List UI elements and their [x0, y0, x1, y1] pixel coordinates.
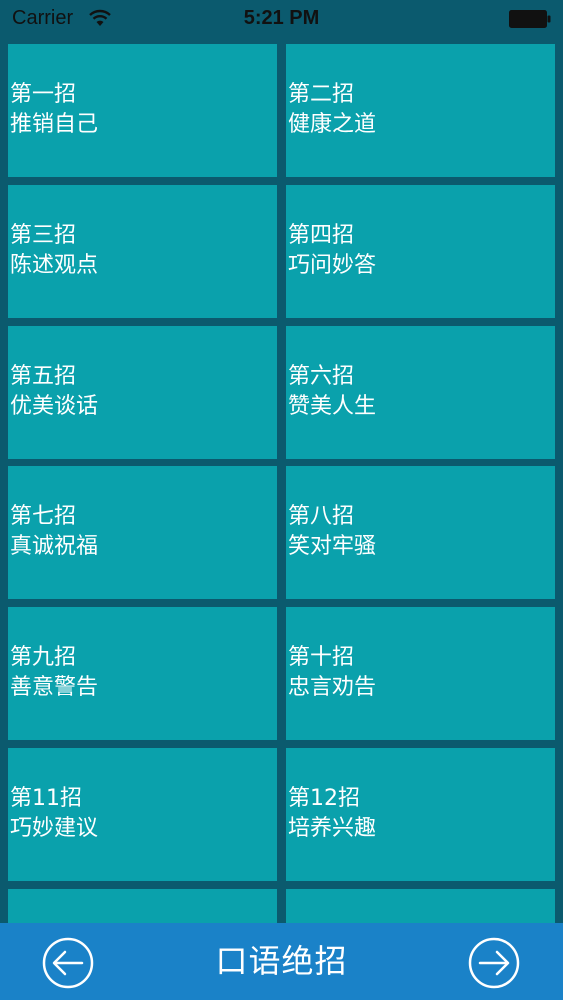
- tile-8[interactable]: 第八招 笑对牢骚: [286, 466, 555, 599]
- tile-number: 第11招: [10, 786, 82, 811]
- status-bar: Carrier 5:21 PM: [0, 0, 563, 38]
- battery-icon: [509, 10, 551, 28]
- tile-number: 第五招: [10, 364, 77, 389]
- tile-10[interactable]: 第十招 忠言劝告: [286, 607, 555, 740]
- tile-number: 第十招: [288, 645, 355, 670]
- tile-2[interactable]: 第二招 健康之道: [286, 44, 555, 177]
- tile-11[interactable]: 第11招 巧妙建议: [8, 748, 277, 881]
- bottom-toolbar: 口语绝招: [0, 923, 563, 1000]
- tile-4[interactable]: 第四招 巧问妙答: [286, 185, 555, 318]
- tile-6[interactable]: 第六招 赞美人生: [286, 326, 555, 459]
- tile-13[interactable]: [8, 889, 277, 924]
- tips-grid: 第一招 推销自己 第二招 健康之道 第三招 陈述观点 第四招 巧问妙答 第五招 …: [8, 44, 555, 924]
- app-screen: Carrier 5:21 PM 第一招 推销自己 第二招 健康之道 第三招 陈述…: [0, 0, 563, 1000]
- tile-number: 第二招: [288, 82, 355, 107]
- tile-number: 第四招: [288, 223, 355, 248]
- tile-title: 忠言劝告: [288, 675, 377, 700]
- tile-title: 健康之道: [288, 112, 377, 137]
- tile-title: 善意警告: [10, 675, 99, 700]
- tile-12[interactable]: 第12招 培养兴趣: [286, 748, 555, 881]
- status-time: 5:21 PM: [243, 7, 320, 29]
- tile-number: 第六招: [288, 364, 355, 389]
- tile-number: 第九招: [10, 645, 77, 670]
- tile-title: 优美谈话: [10, 394, 99, 419]
- tile-14[interactable]: [286, 889, 555, 924]
- tile-number: 第三招: [10, 223, 77, 248]
- tile-9[interactable]: 第九招 善意警告: [8, 607, 277, 740]
- tile-title: 巧妙建议: [10, 816, 99, 841]
- tile-title: 陈述观点: [10, 253, 99, 278]
- tile-title: 真诚祝福: [10, 534, 99, 559]
- tile-title: 培养兴趣: [288, 816, 377, 841]
- tile-7[interactable]: 第七招 真诚祝福: [8, 466, 277, 599]
- arrow-right-circle-icon[interactable]: [468, 937, 520, 989]
- tile-number: 第一招: [10, 82, 77, 107]
- tile-title: 赞美人生: [288, 394, 377, 419]
- tile-number: 第七招: [10, 504, 77, 529]
- tile-title: 笑对牢骚: [288, 534, 377, 559]
- tile-title: 推销自己: [10, 112, 99, 137]
- tile-number: 第12招: [288, 786, 360, 811]
- tile-title: 巧问妙答: [288, 253, 377, 278]
- tile-3[interactable]: 第三招 陈述观点: [8, 185, 277, 318]
- tile-1[interactable]: 第一招 推销自己: [8, 44, 277, 177]
- tile-number: 第八招: [288, 504, 355, 529]
- tile-5[interactable]: 第五招 优美谈话: [8, 326, 277, 459]
